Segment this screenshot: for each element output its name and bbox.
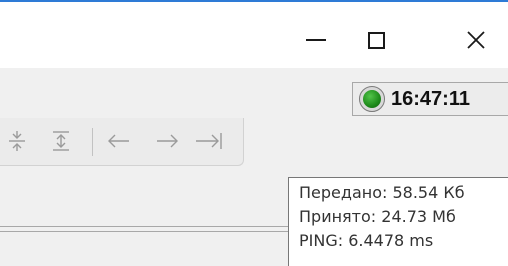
received-bytes-label: Принято: 24.73 Мб — [299, 207, 456, 226]
go-to-end-button[interactable] — [194, 126, 224, 156]
traffic-tooltip: Передано: 58.54 Кб Принято: 24.73 Мб PIN… — [288, 177, 508, 266]
arrow-to-end-icon — [196, 133, 222, 149]
ping-label: PING: 6.4478 ms — [299, 231, 434, 250]
toolbar-area: 16:47:11 — [0, 68, 508, 172]
minimize-icon — [306, 39, 326, 41]
status-indicator-light — [363, 90, 381, 108]
connection-status-icon — [359, 86, 385, 112]
collapse-all-button[interactable] — [2, 126, 32, 156]
toolbar-separator — [92, 128, 93, 156]
expand-all-icon — [53, 131, 69, 151]
close-icon — [467, 31, 485, 49]
sent-bytes-label: Передано: 58.54 Кб — [299, 183, 465, 202]
arrow-right-icon — [157, 134, 178, 148]
minimize-button[interactable] — [286, 12, 346, 68]
window-top-border — [0, 0, 508, 2]
maximize-icon — [367, 31, 385, 49]
splitter-line[interactable] — [0, 226, 290, 227]
arrow-left-icon — [108, 134, 129, 148]
close-button[interactable] — [446, 12, 506, 68]
title-bar — [0, 0, 508, 68]
splitter-line[interactable] — [0, 231, 290, 232]
expand-all-button[interactable] — [46, 126, 76, 156]
status-clock: 16:47:11 — [352, 82, 508, 116]
maximize-button[interactable] — [346, 12, 406, 68]
forward-button[interactable] — [152, 126, 182, 156]
collapse-all-icon — [9, 131, 25, 151]
navigation-toolstrip — [0, 118, 244, 166]
back-button[interactable] — [104, 126, 134, 156]
clock-time: 16:47:11 — [391, 87, 470, 110]
